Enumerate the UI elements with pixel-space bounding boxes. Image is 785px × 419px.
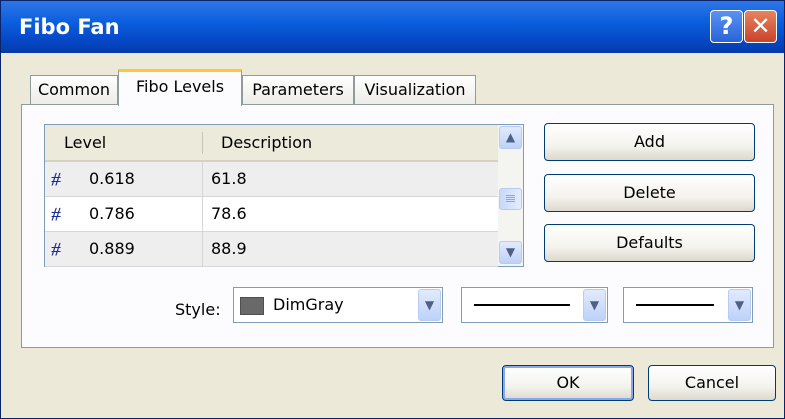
level-description: 88.9	[211, 239, 247, 258]
level-value: 0.889	[89, 239, 135, 258]
chevron-down-icon: ▼	[505, 245, 516, 259]
level-value: 0.618	[89, 169, 135, 188]
vertical-scrollbar[interactable]: ▲ ▼	[498, 125, 523, 266]
scroll-thumb[interactable]	[499, 188, 522, 210]
line-style-select[interactable]: ▼	[461, 287, 608, 323]
color-swatch	[240, 297, 264, 315]
level-line-icon: ⧣	[51, 203, 62, 224]
cancel-button[interactable]: Cancel	[648, 365, 776, 401]
line-width-preview	[636, 304, 714, 306]
line-style-preview	[474, 304, 570, 306]
title-bar[interactable]: Fibo Fan ? ✕	[1, 1, 784, 53]
window-title: Fibo Fan	[19, 15, 120, 39]
tab-visualization[interactable]: Visualization	[354, 75, 476, 105]
level-description: 78.6	[211, 204, 247, 223]
line-width-dropdown-button[interactable]: ▼	[728, 289, 751, 321]
level-description: 61.8	[211, 169, 247, 188]
table-row[interactable]: ⧣ 0.618 61.8	[45, 162, 498, 197]
levels-list[interactable]: Level Description ⧣ 0.618 61.8 ⧣ 0.786 7…	[44, 124, 524, 267]
tab-parameters[interactable]: Parameters	[242, 75, 354, 105]
scroll-down-button[interactable]: ▼	[499, 241, 522, 264]
level-line-icon: ⧣	[51, 168, 62, 189]
scroll-up-button[interactable]: ▲	[499, 126, 522, 149]
color-dropdown-button[interactable]: ▼	[418, 289, 441, 321]
color-select[interactable]: DimGray ▼	[233, 287, 443, 323]
line-style-dropdown-button[interactable]: ▼	[583, 289, 606, 321]
column-header-description[interactable]: Description	[221, 125, 312, 160]
table-row[interactable]: ⧣ 0.786 78.6	[45, 197, 498, 232]
tab-strip: Common Fibo Levels Parameters Visualizat…	[1, 69, 784, 106]
help-button[interactable]: ?	[710, 10, 743, 43]
column-header-level[interactable]: Level	[64, 125, 106, 160]
ok-button[interactable]: OK	[502, 365, 634, 401]
help-icon: ?	[719, 12, 734, 40]
close-icon: ✕	[750, 12, 771, 40]
tab-fibo-levels[interactable]: Fibo Levels	[118, 69, 242, 106]
tab-common[interactable]: Common	[30, 75, 118, 105]
add-button[interactable]: Add	[544, 123, 755, 161]
table-row[interactable]: ⧣ 0.889 88.9	[45, 232, 498, 267]
delete-button[interactable]: Delete	[544, 174, 755, 212]
chevron-down-icon: ▼	[424, 298, 435, 312]
chevron-down-icon: ▼	[734, 298, 745, 312]
color-select-value: DimGray	[273, 295, 344, 314]
chevron-up-icon: ▲	[505, 130, 516, 144]
grip-icon	[506, 195, 515, 202]
defaults-button[interactable]: Defaults	[544, 224, 755, 262]
level-line-icon: ⧣	[51, 238, 62, 259]
fibo-fan-dialog: Fibo Fan ? ✕ Common Fibo Levels Paramete…	[0, 0, 785, 419]
close-button[interactable]: ✕	[744, 10, 777, 43]
list-header: Level Description	[45, 125, 498, 162]
chevron-down-icon: ▼	[589, 298, 600, 312]
column-divider[interactable]	[202, 132, 203, 154]
line-width-select[interactable]: ▼	[623, 287, 753, 323]
style-label: Style:	[175, 300, 221, 319]
level-value: 0.786	[89, 204, 135, 223]
